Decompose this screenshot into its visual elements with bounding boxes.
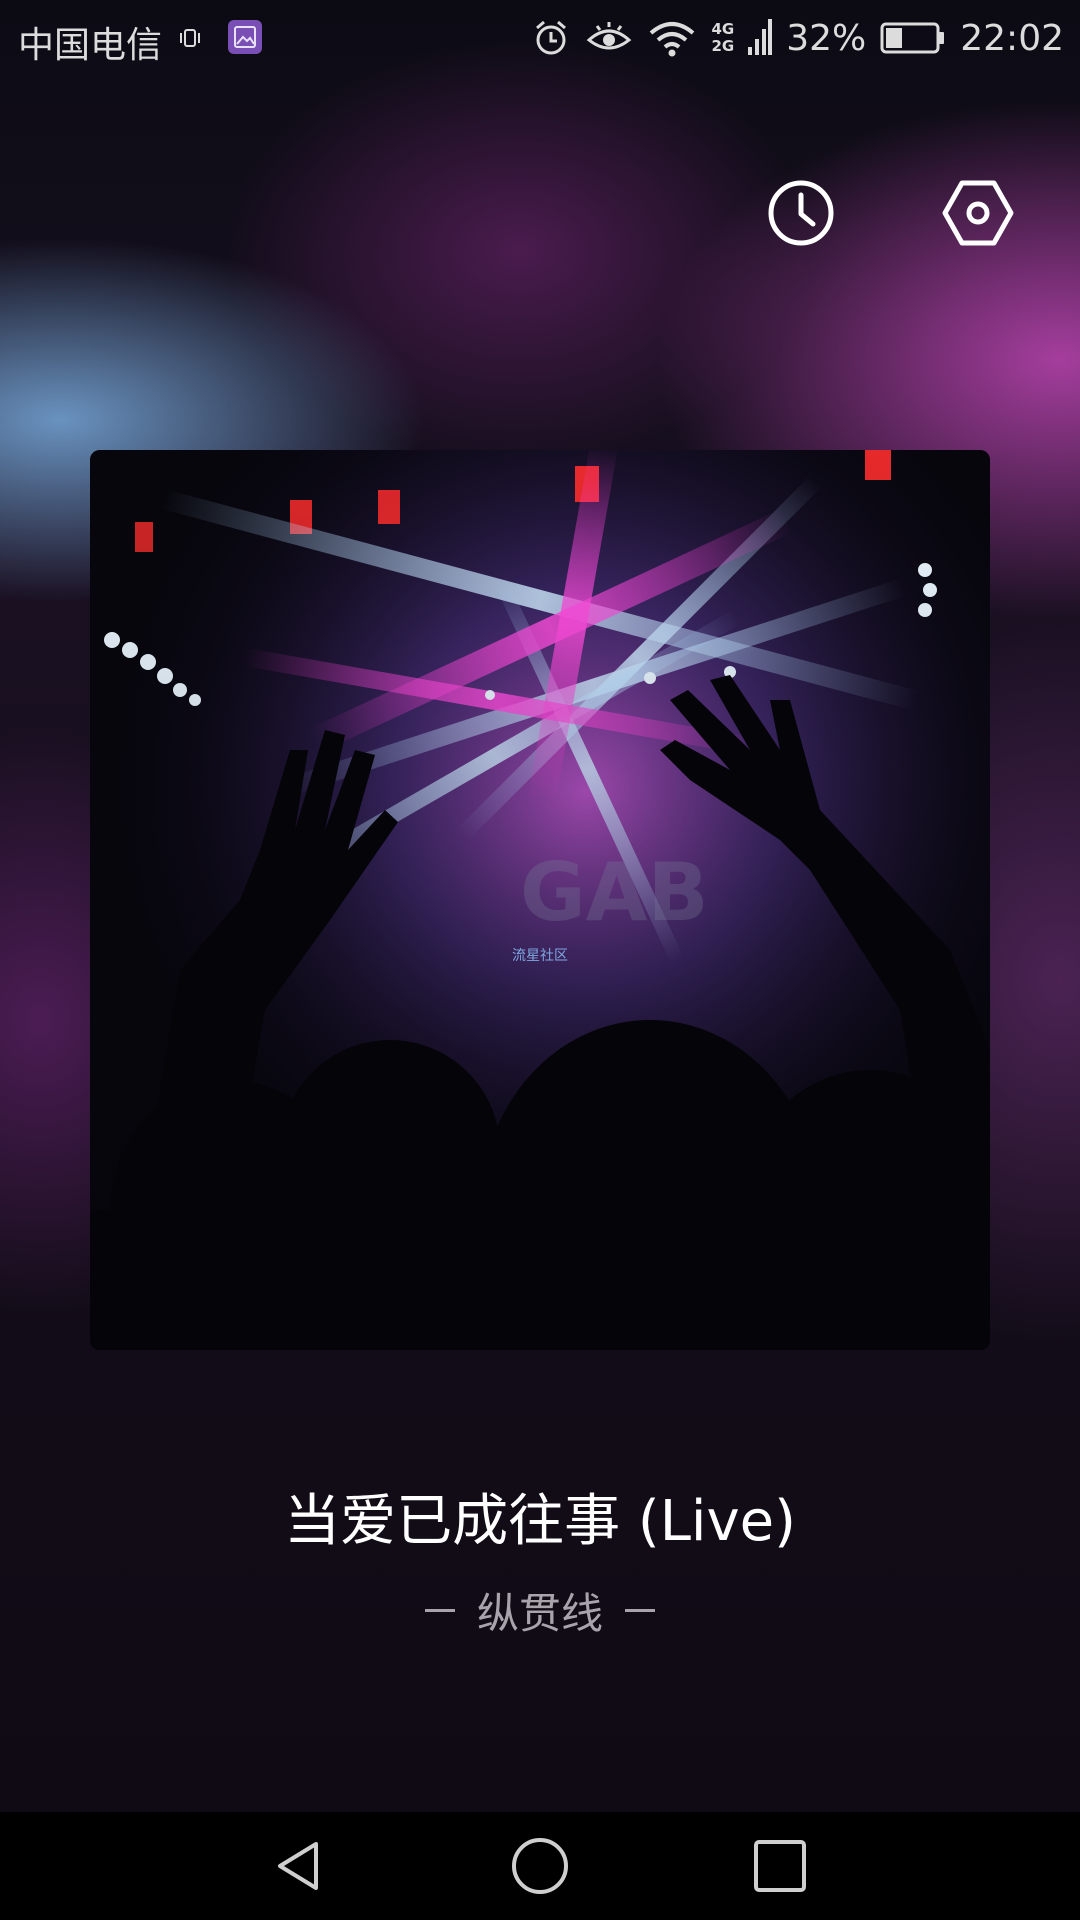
wifi-icon [650, 22, 695, 57]
home-button[interactable] [510, 1836, 570, 1896]
back-button[interactable] [270, 1836, 330, 1896]
network-type-label: 4G 2G [711, 20, 735, 55]
back-icon [278, 1842, 318, 1890]
clock-icon [768, 180, 834, 246]
carrier-name: 中国电信 [18, 25, 163, 66]
artist-name[interactable]: 纵贯线 [477, 1580, 603, 1641]
status-time: 22:02 [960, 17, 1064, 59]
gallery-app-icon [228, 20, 262, 54]
history-button[interactable] [763, 175, 839, 251]
navigation-bar [0, 1812, 1080, 1920]
concert-image: GAB 流星社区 [90, 450, 990, 1350]
album-watermark: 流星社区 [512, 948, 568, 964]
vibrate-icon [180, 29, 200, 47]
alarm-icon [536, 20, 567, 55]
right-dash [625, 1609, 655, 1612]
battery-percent: 32% [786, 17, 867, 59]
home-icon [512, 1838, 568, 1894]
recents-button[interactable] [750, 1836, 810, 1896]
status-bar: 中国电信 4G 2G 32% 22:02 [0, 0, 1080, 76]
signal-icon [748, 19, 773, 55]
eye-comfort-icon [587, 22, 632, 50]
battery-icon [880, 22, 945, 54]
hexagon-settings-icon [942, 180, 1014, 246]
artist-row: 纵贯线 [0, 1580, 1080, 1641]
player-screen: 中国电信 4G 2G 32% 22:02 GAB 流星社区 当爱已成往事 (Li… [0, 0, 1080, 1920]
track-title: 当爱已成往事 (Live) [284, 1489, 796, 1554]
recents-icon [754, 1840, 806, 1892]
status-icons: 4G 2G 32% 22:02 [531, 12, 1064, 64]
album-art[interactable]: GAB 流星社区 [90, 450, 990, 1350]
left-dash [424, 1609, 455, 1612]
settings-button[interactable] [940, 175, 1016, 251]
